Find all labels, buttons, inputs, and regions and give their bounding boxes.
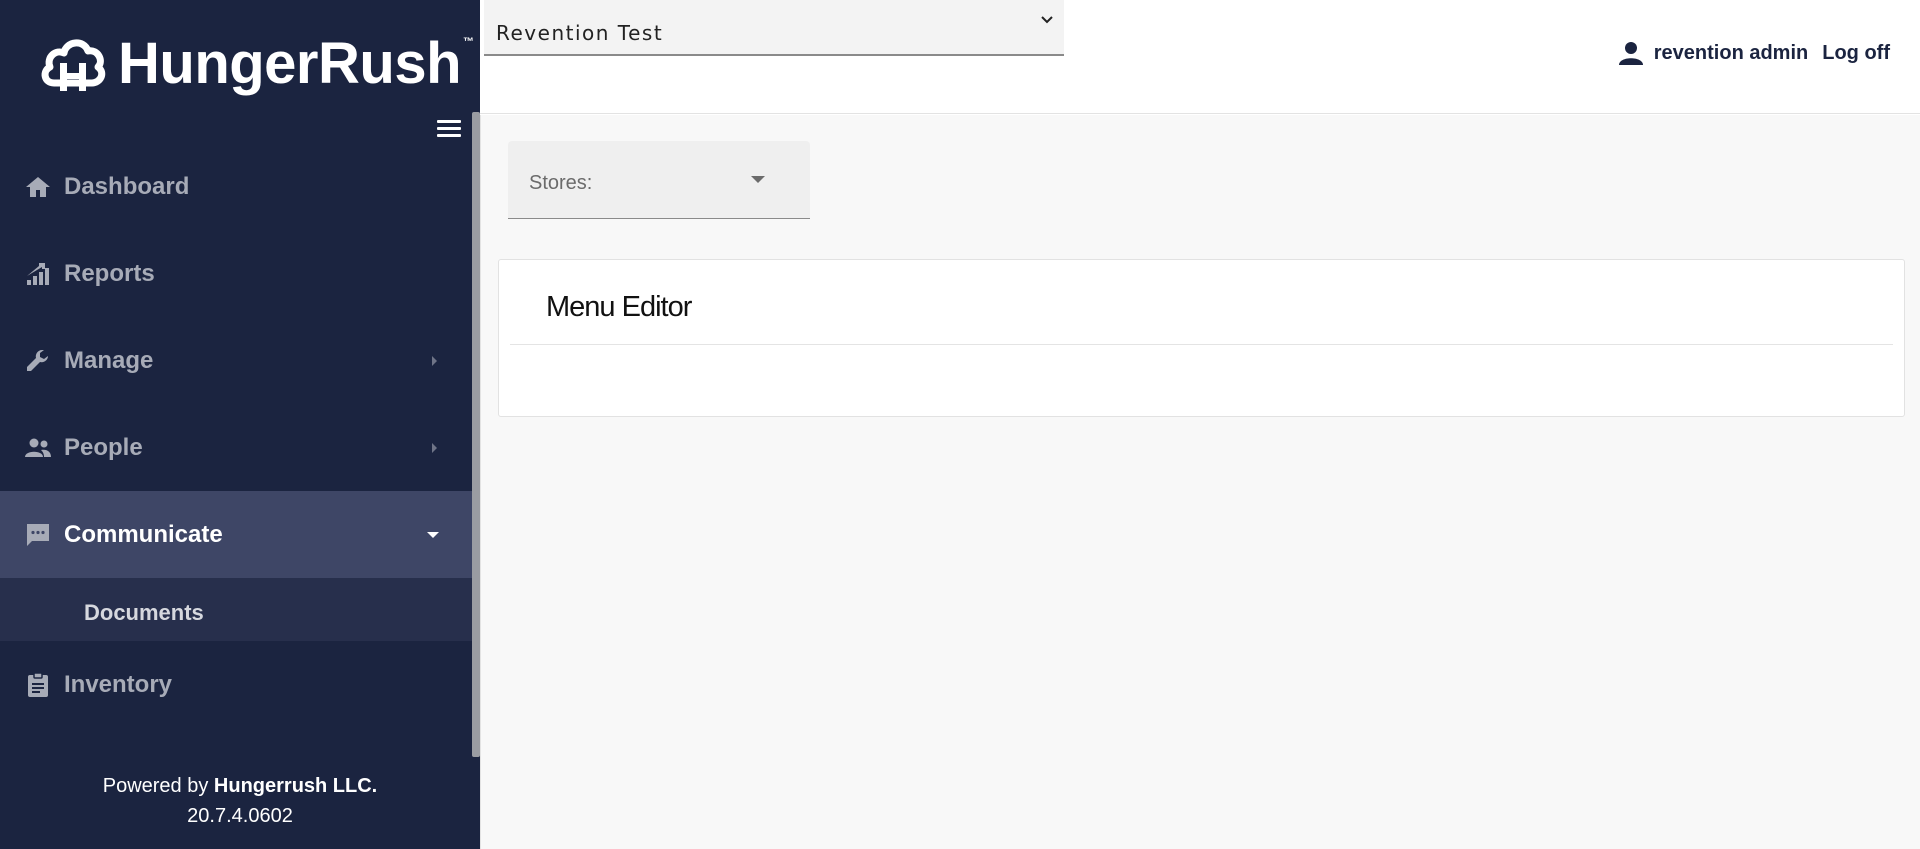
sidebar-footer: Powered by Hungerrush LLC. 20.7.4.0602 (0, 757, 480, 849)
sidebar-item-label: Manage (64, 346, 154, 374)
sidebar-item-inventory[interactable]: Inventory (0, 641, 472, 728)
dropdown-arrow-icon (751, 176, 765, 183)
clipboard-icon (24, 671, 52, 699)
sidebar-subitem-documents[interactable]: Documents (0, 578, 472, 641)
powered-by-text: Powered by Hungerrush LLC. (0, 775, 480, 798)
sidebar-item-reports[interactable]: Reports (0, 230, 472, 317)
menu-toggle-icon[interactable] (437, 120, 461, 138)
company-select[interactable]: Revention Test (484, 0, 1064, 56)
top-bar: Revention Test revention admin Log off (480, 0, 1920, 114)
sidebar-item-label: Communicate (64, 520, 223, 548)
card-divider (510, 344, 1893, 345)
stores-select[interactable]: Stores: (508, 141, 810, 219)
sidebar-item-label: Dashboard (64, 172, 190, 200)
user-icon (1618, 42, 1643, 65)
stores-label: Stores: (529, 172, 593, 194)
version-text: 20.7.4.0602 (187, 805, 293, 827)
sidebar-nav: Dashboard Reports Manage People Communic… (0, 143, 472, 728)
main-content: Stores: Menu Editor (480, 115, 1920, 849)
chart-icon (24, 260, 52, 288)
company-name: Hungerrush LLC. (213, 775, 378, 797)
sidebar-item-label: People (64, 433, 143, 461)
hungerrush-logo-icon (41, 39, 106, 91)
home-icon (24, 173, 52, 201)
card-title: Menu Editor (546, 291, 692, 323)
powered-prefix: Powered by (102, 775, 214, 797)
user-name: revention admin (1653, 41, 1809, 64)
sidebar: HungerRush ™ Dashboard Reports Manage Pe… (0, 0, 480, 849)
sidebar-item-dashboard[interactable]: Dashboard (0, 143, 472, 230)
user-area: revention admin Log off (1618, 40, 1890, 66)
menu-editor-card: Menu Editor (498, 259, 1905, 417)
chevron-down-icon (1041, 16, 1053, 24)
sidebar-item-label: Inventory (64, 670, 173, 698)
brand-trademark: ™ (463, 36, 474, 48)
wrench-icon (24, 347, 52, 375)
company-select-value: Revention Test (496, 21, 664, 45)
message-icon (24, 521, 52, 549)
brand-logo[interactable]: HungerRush ™ (40, 28, 474, 100)
sidebar-item-manage[interactable]: Manage (0, 317, 472, 404)
sidebar-subitem-label: Documents (84, 600, 204, 625)
brand-name: HungerRush (118, 31, 462, 96)
chevron-right-icon (432, 355, 437, 366)
sidebar-scrollbar[interactable] (472, 112, 480, 757)
sidebar-item-communicate[interactable]: Communicate (0, 491, 472, 578)
sidebar-item-people[interactable]: People (0, 404, 472, 491)
sidebar-item-label: Reports (64, 259, 155, 287)
people-icon (24, 434, 52, 462)
chevron-down-icon (427, 531, 439, 538)
chevron-right-icon (432, 442, 437, 453)
logoff-link[interactable]: Log off (1822, 42, 1890, 65)
